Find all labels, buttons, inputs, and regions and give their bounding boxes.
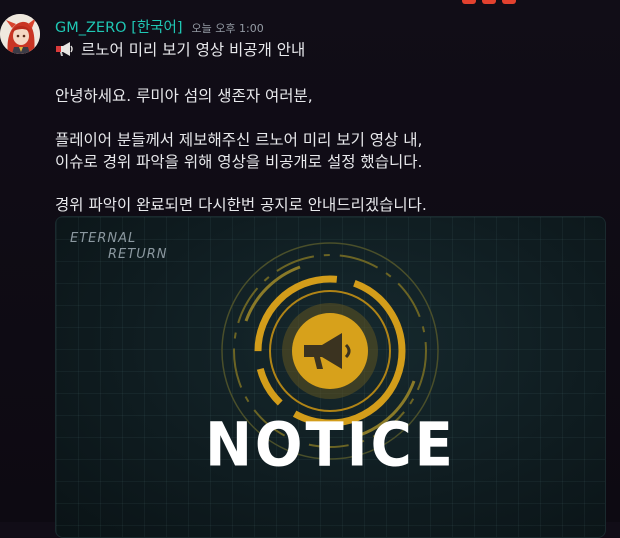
message-line: 이슈로 경위 파악을 위해 영상을 비공개로 설정 했습니다. — [55, 153, 423, 171]
avatar[interactable] — [0, 14, 40, 54]
top-accent — [458, 0, 520, 5]
notice-image-embed[interactable]: ETERNAL RETURN NOTICE — [55, 216, 606, 538]
timestamp: 오늘 오후 1:00 — [191, 22, 264, 35]
message-header: GM_ZERO [한국어] 오늘 오후 1:00 — [55, 16, 264, 36]
message-title: 르노어 미리 보기 영상 비공개 안내 — [81, 41, 306, 59]
message-line: 경위 파악이 완료되면 다시한번 공지로 안내드리겠습니다. — [55, 196, 427, 214]
message-line: 플레이어 분들께서 제보해주신 르노어 미리 보기 영상 내, — [55, 131, 423, 149]
message-line: 안녕하세요. 루미아 섬의 생존자 여러분, — [55, 87, 313, 105]
megaphone-icon — [55, 40, 75, 62]
notice-emblem — [221, 242, 439, 460]
message-title-line: 르노어 미리 보기 영상 비공개 안내 — [55, 38, 305, 62]
notice-title: NOTICE — [205, 410, 456, 481]
author-name[interactable]: GM_ZERO [한국어] — [55, 16, 183, 37]
